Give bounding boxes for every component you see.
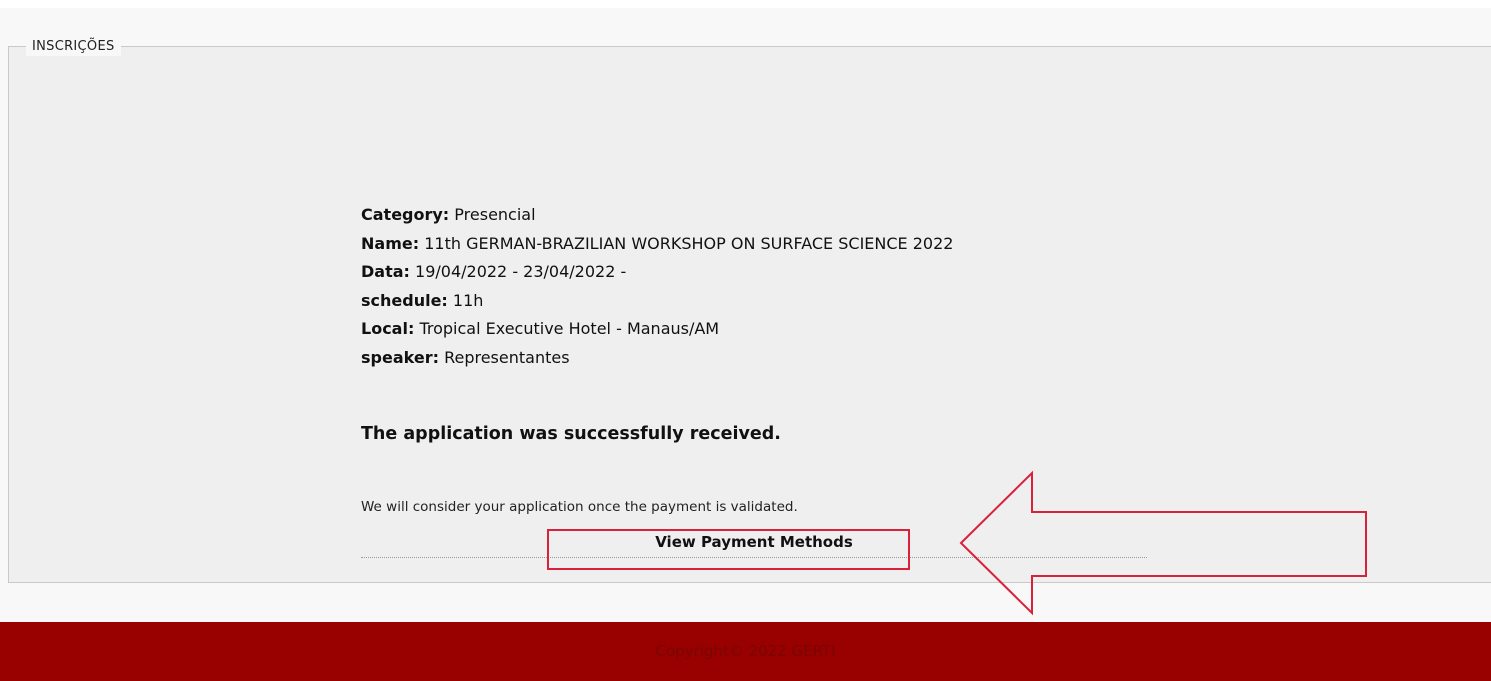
detail-label: speaker:	[361, 347, 439, 367]
footer-copyright: Copyright© 2022 GERTI	[655, 642, 836, 660]
detail-date: Data: 19/04/2022 - 23/04/2022 -	[361, 258, 953, 287]
top-strip	[0, 0, 1491, 8]
detail-value: 11th GERMAN-BRAZILIAN WORKSHOP ON SURFAC…	[424, 233, 954, 253]
detail-name: Name: 11th GERMAN-BRAZILIAN WORKSHOP ON …	[361, 230, 953, 259]
section-legend: INSCRIÇÕES	[26, 38, 121, 56]
annotation-highlight-box	[547, 529, 910, 570]
footer: Copyright© 2022 GERTI	[0, 622, 1491, 681]
detail-label: Data:	[361, 262, 410, 281]
detail-category: Category: Presencial	[361, 201, 953, 230]
detail-value: Presencial	[454, 205, 536, 224]
detail-label: Name:	[361, 233, 420, 253]
registration-details: Category: Presencial Name: 11th GERMAN-B…	[361, 201, 953, 372]
detail-value: Representantes	[444, 347, 570, 367]
payment-note: We will consider your application once t…	[361, 499, 798, 515]
success-message: The application was successfully receive…	[361, 424, 781, 444]
detail-value: Tropical Executive Hotel - Manaus/AM	[419, 319, 720, 338]
detail-schedule: schedule: 11h	[361, 287, 953, 316]
detail-value: 11h	[452, 290, 484, 310]
detail-label: Local:	[361, 319, 415, 338]
detail-local: Local: Tropical Executive Hotel - Manaus…	[361, 315, 953, 344]
detail-value: 19/04/2022 - 23/04/2022 -	[415, 262, 627, 281]
annotation-arrow-icon	[959, 470, 1367, 616]
detail-label: Category:	[361, 205, 450, 224]
detail-speaker: speaker: Representantes	[361, 344, 953, 373]
detail-label: schedule:	[361, 290, 448, 310]
